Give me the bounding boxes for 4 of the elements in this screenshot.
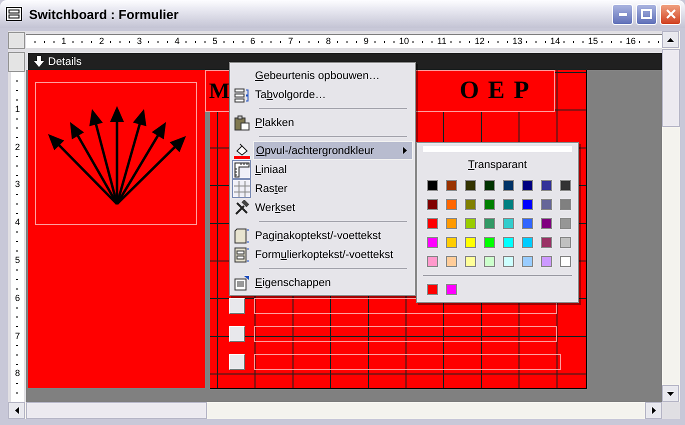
window-title: Switchboard : Formulier: [29, 6, 179, 22]
label-text: M: [209, 78, 230, 104]
section-title: Details: [48, 56, 82, 68]
label-text: OEP: [460, 78, 538, 104]
